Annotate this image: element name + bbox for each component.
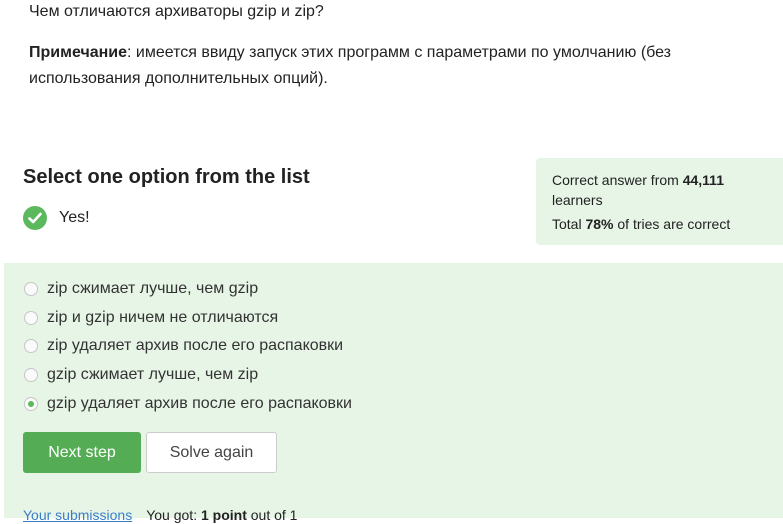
option-3[interactable]: zip удаляет архив после его распаковки: [24, 335, 343, 357]
total-suffix: of tries are correct: [613, 216, 731, 232]
solve-again-button[interactable]: Solve again: [146, 432, 277, 473]
correct-percent: 78%: [585, 216, 614, 232]
question-title: Чем отличаются архиваторы gzip и zip?: [29, 3, 324, 20]
option-4[interactable]: gzip сжимает лучше, чем zip: [24, 364, 258, 386]
radio-icon[interactable]: [24, 339, 38, 353]
submission-footer: Your submissions You got: 1 point out of …: [23, 506, 297, 524]
learners-count: 44,111: [682, 172, 724, 188]
option-label: zip удаляет архив после его распаковки: [47, 337, 344, 354]
stats-panel: Correct answer from 44,111 learners Tota…: [536, 158, 783, 245]
your-submissions-link[interactable]: Your submissions: [23, 507, 132, 523]
score-prefix: You got:: [146, 507, 201, 523]
correct-answers-stat: Correct answer from 44,111 learners: [552, 170, 767, 210]
total-prefix: Total: [552, 216, 586, 232]
option-label: zip и gzip ничем не отличаются: [47, 309, 279, 326]
option-label: zip сжимает лучше, чем gzip: [47, 280, 259, 297]
options-panel: zip сжимает лучше, чем gzip zip и gzip н…: [4, 263, 783, 523]
total-tries-stat: Total 78% of tries are correct: [552, 214, 767, 234]
correct-prefix: Correct answer from: [552, 172, 683, 188]
option-5[interactable]: gzip удаляет архив после его распаковки: [24, 393, 352, 415]
radio-icon[interactable]: [24, 282, 38, 296]
check-icon: [23, 206, 47, 230]
option-1[interactable]: zip сжимает лучше, чем gzip: [24, 278, 258, 300]
result-text: Yes!: [59, 209, 90, 226]
option-label: gzip сжимает лучше, чем zip: [47, 366, 259, 383]
next-step-button[interactable]: Next step: [23, 432, 141, 473]
quiz-heading: Select one option from the list: [23, 166, 310, 188]
radio-icon[interactable]: [24, 368, 38, 382]
score-text: You got: 1 point out of 1: [146, 507, 297, 523]
option-label: gzip удаляет архив после его распаковки: [47, 395, 352, 412]
learners-suffix: learners: [552, 192, 603, 208]
question-note: Примечание: имеется ввиду запуск этих пр…: [29, 40, 749, 92]
result-status: Yes!: [23, 205, 90, 231]
note-label: Примечание: [29, 44, 128, 61]
option-2[interactable]: zip и gzip ничем не отличаются: [24, 307, 278, 329]
score-points: 1 point: [200, 507, 247, 523]
radio-checked-icon[interactable]: [24, 397, 38, 411]
radio-icon[interactable]: [24, 311, 38, 325]
score-suffix: out of 1: [246, 507, 298, 523]
